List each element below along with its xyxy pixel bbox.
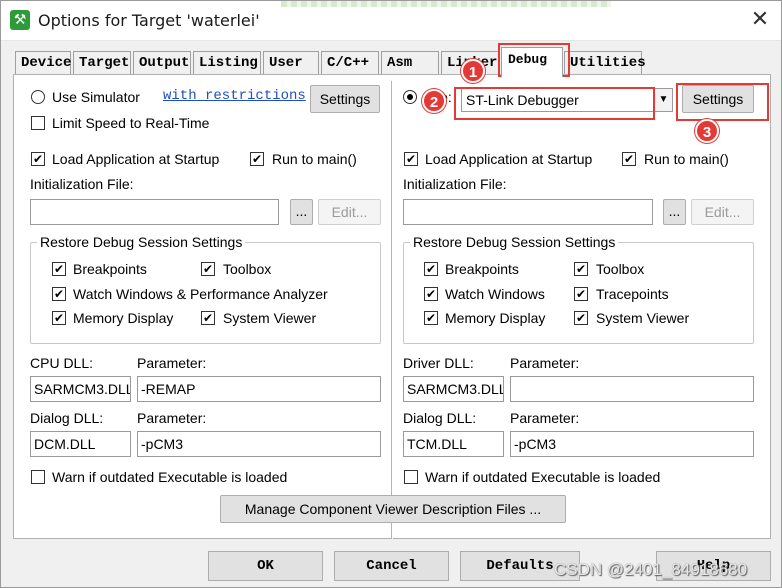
right-memory-display-checkbox[interactable]: ✔ bbox=[424, 311, 438, 325]
right-init-file-edit-button[interactable]: Edit... bbox=[691, 199, 754, 225]
warn-outdated-label: Warn if outdated Executable is loaded bbox=[52, 469, 288, 485]
breakpoints-label: Breakpoints bbox=[73, 261, 147, 277]
right-run-to-main-label: Run to main() bbox=[644, 151, 729, 167]
toolbox-label: Toolbox bbox=[223, 261, 272, 277]
use-debugger-radio[interactable] bbox=[403, 90, 417, 104]
use-simulator-label: Use Simulator bbox=[52, 89, 140, 105]
right-breakpoints-checkbox[interactable]: ✔ bbox=[424, 262, 438, 276]
tab-c-cpp[interactable]: C/C++ bbox=[321, 51, 379, 75]
right-dialog-parameter-label: Parameter: bbox=[510, 410, 580, 426]
right-dialog-parameter-input[interactable]: -pCM3 bbox=[510, 431, 754, 457]
right-system-viewer-checkbox[interactable]: ✔ bbox=[574, 311, 588, 325]
tab-asm[interactable]: Asm bbox=[381, 51, 439, 75]
tracepoints-checkbox[interactable]: ✔ bbox=[574, 287, 588, 301]
driver-dll-label: Driver DLL: bbox=[403, 355, 474, 371]
simulator-settings-button[interactable]: Settings bbox=[310, 85, 380, 113]
right-restore-settings-title: Restore Debug Session Settings bbox=[410, 234, 619, 250]
right-memory-display-label: Memory Display bbox=[445, 310, 546, 326]
driver-dll-input[interactable]: SARMCM3.DLL bbox=[403, 376, 504, 402]
watch-windows-label: Watch Windows & Performance Analyzer bbox=[73, 286, 328, 302]
warn-outdated-checkbox[interactable] bbox=[31, 470, 45, 484]
load-app-label: Load Application at Startup bbox=[52, 151, 220, 167]
dialog-parameter-input[interactable]: -pCM3 bbox=[137, 431, 381, 457]
driver-parameter-label: Parameter: bbox=[510, 355, 580, 371]
right-watch-windows-label: Watch Windows bbox=[445, 286, 545, 302]
right-init-file-input[interactable] bbox=[403, 199, 653, 225]
init-file-label: Initialization File: bbox=[30, 176, 134, 192]
right-init-file-browse-button[interactable]: ... bbox=[663, 199, 686, 225]
system-viewer-checkbox[interactable]: ✔ bbox=[201, 311, 215, 325]
right-run-to-main-checkbox[interactable]: ✔ bbox=[622, 152, 636, 166]
manage-component-viewer-button[interactable]: Manage Component Viewer Description File… bbox=[220, 495, 566, 523]
driver-parameter-input[interactable] bbox=[510, 376, 754, 402]
tab-utilities[interactable]: Utilities bbox=[564, 51, 646, 75]
tab-device[interactable]: Device bbox=[15, 51, 71, 75]
dialog-parameter-label: Parameter: bbox=[137, 410, 207, 426]
limit-speed-label: Limit Speed to Real-Time bbox=[52, 115, 210, 131]
right-dialog-dll-label: Dialog DLL: bbox=[403, 410, 477, 426]
right-system-viewer-label: System Viewer bbox=[596, 310, 690, 326]
dialog-dll-input[interactable]: DCM.DLL bbox=[30, 431, 131, 457]
tab-listing[interactable]: Listing bbox=[193, 51, 261, 75]
keil-icon: ⚒ bbox=[10, 10, 30, 30]
title-bar: ⚒ Options for Target 'waterlei' ✕ bbox=[1, 1, 781, 41]
right-toolbox-label: Toolbox bbox=[596, 261, 645, 277]
background-decoration bbox=[281, 1, 611, 7]
memory-display-label: Memory Display bbox=[73, 310, 174, 326]
tab-target[interactable]: Target bbox=[73, 51, 131, 75]
init-file-input[interactable] bbox=[30, 199, 279, 225]
watermark: CSDN @2401_84918680 bbox=[554, 560, 748, 579]
chevron-down-icon[interactable]: ▼ bbox=[654, 89, 672, 111]
highlight-settings-button bbox=[676, 83, 769, 121]
annotation-marker-2: 2 bbox=[422, 89, 446, 113]
restore-settings-title: Restore Debug Session Settings bbox=[37, 234, 246, 250]
run-to-main-checkbox[interactable]: ✔ bbox=[250, 152, 264, 166]
breakpoints-checkbox[interactable]: ✔ bbox=[52, 262, 66, 276]
with-restrictions-link[interactable]: with restrictions bbox=[163, 88, 306, 104]
init-file-edit-button[interactable]: Edit... bbox=[318, 199, 381, 225]
window-title: Options for Target 'waterlei' bbox=[38, 11, 260, 30]
limit-speed-checkbox[interactable] bbox=[31, 116, 45, 130]
right-warn-outdated-label: Warn if outdated Executable is loaded bbox=[425, 469, 661, 485]
right-toolbox-checkbox[interactable]: ✔ bbox=[574, 262, 588, 276]
options-dialog: ⚒ Options for Target 'waterlei' ✕ Device… bbox=[0, 0, 782, 588]
load-app-checkbox[interactable]: ✔ bbox=[31, 152, 45, 166]
watch-windows-checkbox[interactable]: ✔ bbox=[52, 287, 66, 301]
cpu-dll-label: CPU DLL: bbox=[30, 355, 94, 371]
cancel-button[interactable]: Cancel bbox=[334, 551, 449, 581]
init-file-browse-button[interactable]: ... bbox=[290, 199, 313, 225]
toolbox-checkbox[interactable]: ✔ bbox=[201, 262, 215, 276]
cpu-parameter-input[interactable]: -REMAP bbox=[137, 376, 381, 402]
ok-button[interactable]: OK bbox=[208, 551, 323, 581]
run-to-main-label: Run to main() bbox=[272, 151, 357, 167]
right-watch-windows-checkbox[interactable]: ✔ bbox=[424, 287, 438, 301]
highlight-debugger-select bbox=[454, 87, 655, 120]
dialog-dll-label: Dialog DLL: bbox=[30, 410, 104, 426]
annotation-marker-1: 1 bbox=[461, 59, 485, 83]
right-breakpoints-label: Breakpoints bbox=[445, 261, 519, 277]
tab-user[interactable]: User bbox=[263, 51, 319, 75]
right-dialog-dll-input[interactable]: TCM.DLL bbox=[403, 431, 504, 457]
system-viewer-label: System Viewer bbox=[223, 310, 317, 326]
panel-divider bbox=[391, 81, 393, 539]
right-load-app-checkbox[interactable]: ✔ bbox=[404, 152, 418, 166]
cpu-dll-input[interactable]: SARMCM3.DLL bbox=[30, 376, 131, 402]
right-init-file-label: Initialization File: bbox=[403, 176, 507, 192]
annotation-marker-3: 3 bbox=[695, 119, 719, 143]
use-simulator-radio[interactable] bbox=[31, 90, 45, 104]
memory-display-checkbox[interactable]: ✔ bbox=[52, 311, 66, 325]
right-warn-outdated-checkbox[interactable] bbox=[404, 470, 418, 484]
right-load-app-label: Load Application at Startup bbox=[425, 151, 593, 167]
cpu-parameter-label: Parameter: bbox=[137, 355, 207, 371]
tab-output[interactable]: Output bbox=[133, 51, 191, 75]
tracepoints-label: Tracepoints bbox=[596, 286, 669, 302]
close-icon[interactable]: ✕ bbox=[745, 6, 775, 36]
tab-debug[interactable]: Debug bbox=[501, 47, 563, 77]
